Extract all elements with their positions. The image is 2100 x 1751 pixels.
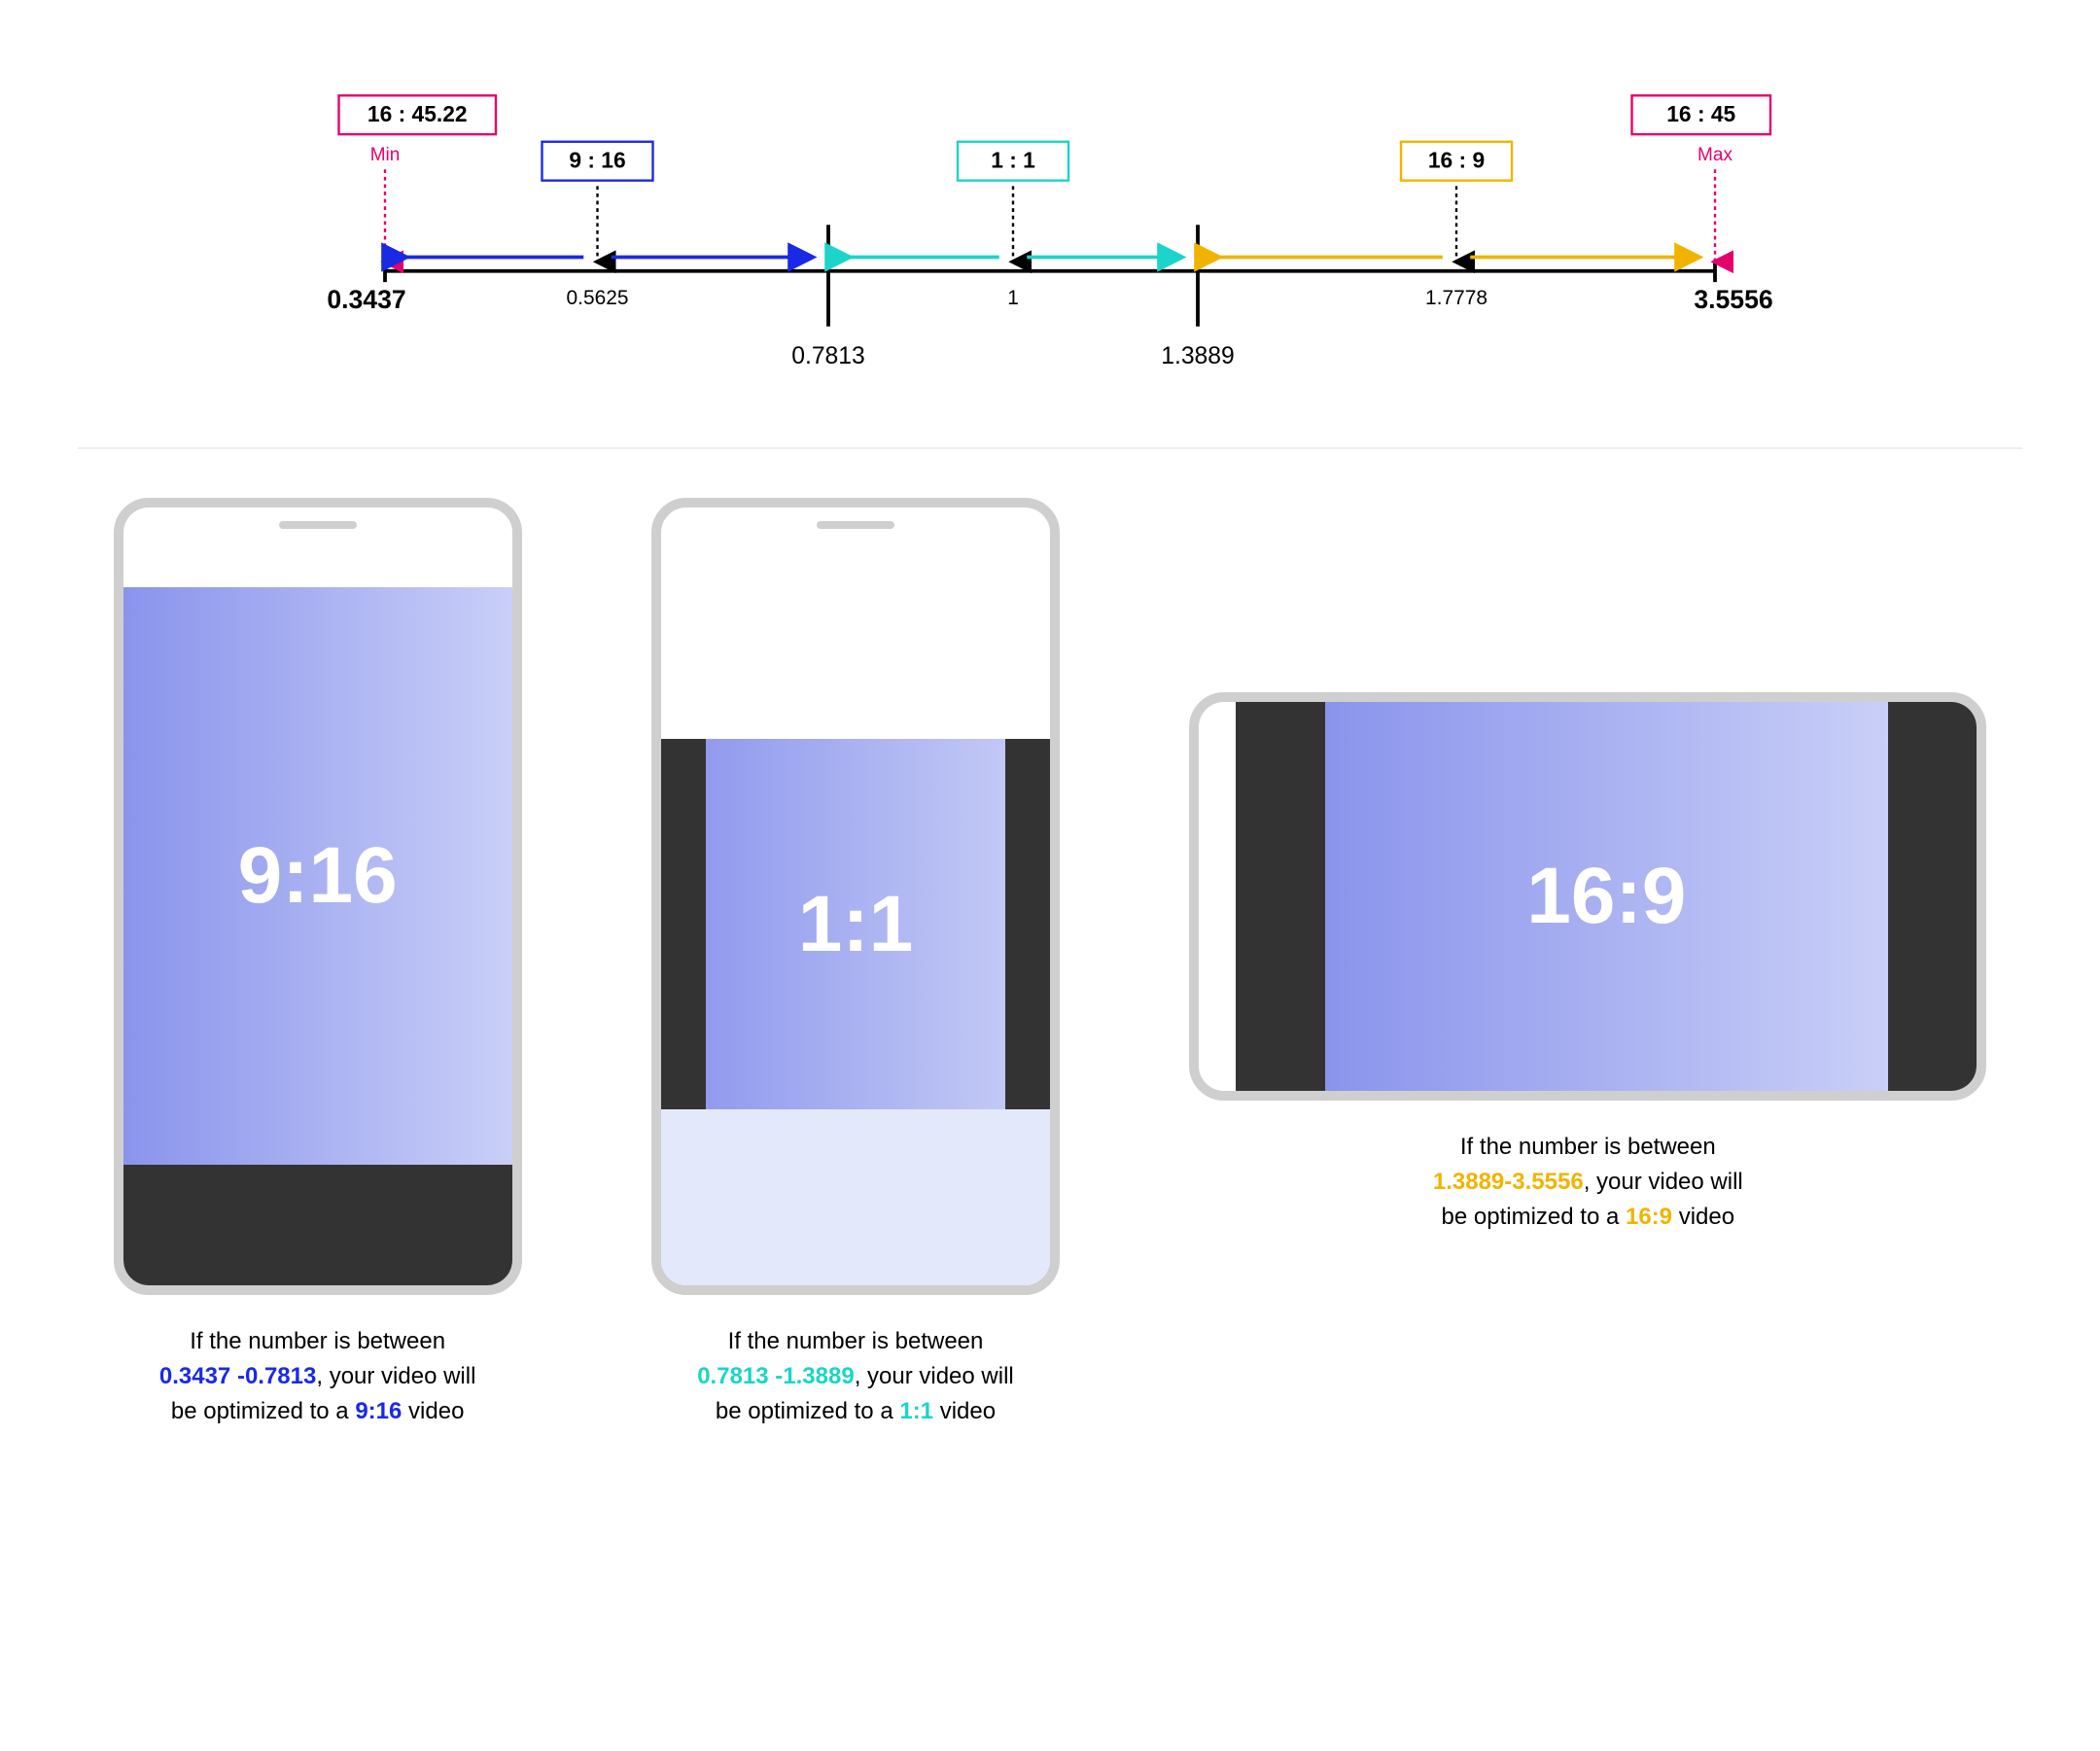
- ratio-11-label: 1 : 1: [991, 147, 1035, 172]
- break-1-label: 0.7813: [791, 343, 865, 369]
- caption-916: If the number is between 0.3437 -0.7813,…: [114, 1324, 522, 1429]
- phone-speaker-icon: [817, 521, 894, 529]
- video-916-label: 9:16: [123, 587, 512, 1165]
- phone-169: 16:9 If the number is between 1.3889-3.5…: [1189, 498, 1986, 1235]
- caption-11: If the number is between 0.7813 -1.3889,…: [651, 1324, 1060, 1429]
- section-divider: [78, 447, 2022, 449]
- caption-169: If the number is between 1.3889-3.5556, …: [1364, 1130, 1811, 1235]
- max-box-label: 16 : 45: [1666, 101, 1735, 126]
- phone-illustrations: 9:16 If the number is between 0.3437 -0.…: [39, 478, 2061, 1449]
- video-169-label: 16:9: [1325, 702, 1888, 1091]
- break-2-label: 1.3889: [1161, 343, 1235, 369]
- ratio-169-value: 1.7778: [1425, 287, 1488, 309]
- ratio-916-label: 9 : 16: [569, 147, 625, 172]
- timeline-svg: 16 : 45.22 Min 0.3437 16 : 45 Max 3.5556…: [311, 78, 1789, 418]
- min-value: 0.3437: [327, 285, 405, 314]
- aspect-ratio-timeline: 16 : 45.22 Min 0.3437 16 : 45 Max 3.5556…: [39, 58, 2061, 447]
- min-label: Min: [370, 145, 401, 165]
- ratio-916-value: 0.5625: [567, 287, 629, 309]
- video-11-label: 1:1: [661, 739, 1050, 1109]
- phone-speaker-icon: [279, 521, 357, 529]
- min-box-label: 16 : 45.22: [368, 101, 468, 126]
- phone-11: 1:1 If the number is between 0.7813 -1.3…: [651, 498, 1060, 1429]
- phone-916: 9:16 If the number is between 0.3437 -0.…: [114, 498, 522, 1429]
- max-value: 3.5556: [1694, 285, 1772, 314]
- ratio-11-value: 1: [1007, 287, 1019, 309]
- ratio-169-label: 16 : 9: [1428, 147, 1485, 172]
- max-label: Max: [1698, 145, 1732, 165]
